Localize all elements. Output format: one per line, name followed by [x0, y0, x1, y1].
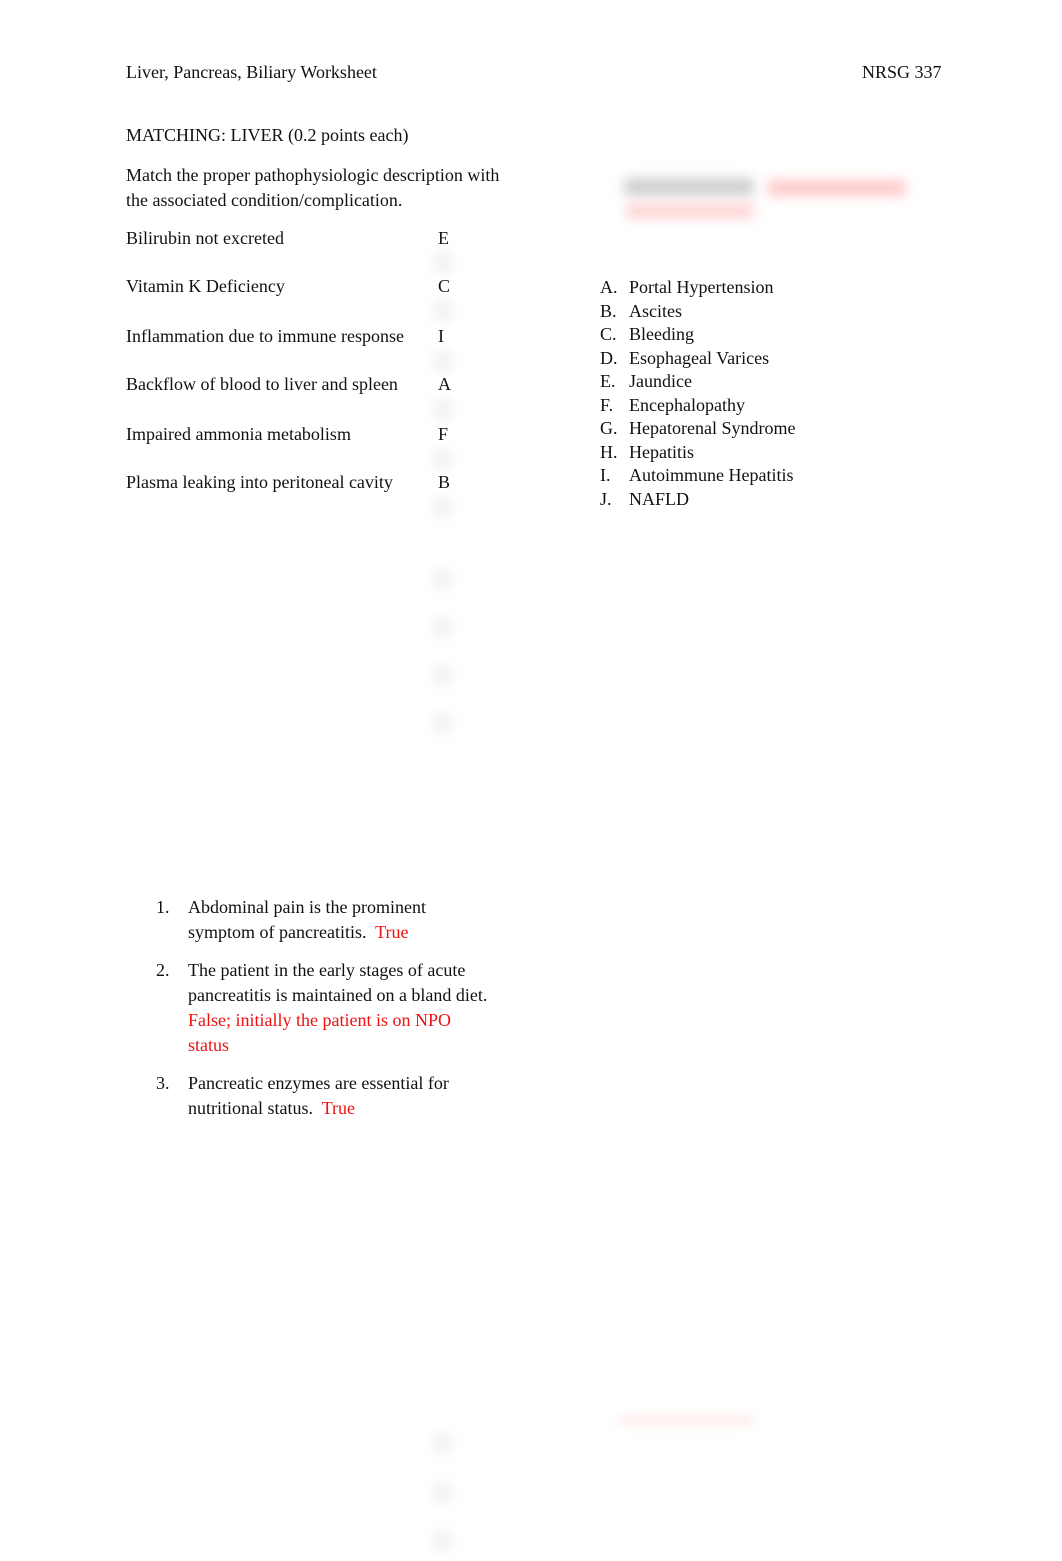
matching-item: Inflammation due to immune response I [126, 324, 466, 349]
matching-description: Impaired ammonia metabolism [126, 424, 351, 444]
blurred-mark [434, 252, 452, 274]
matching-description: Plasma leaking into peritoneal cavity [126, 472, 393, 492]
matching-description: Vitamin K Deficiency [126, 276, 285, 296]
redacted-heading-answer [768, 180, 906, 196]
matching-answer: B [438, 472, 451, 492]
true-false-list: 1. Abdominal pain is the prominent sympt… [156, 895, 496, 1134]
matching-options-list: A. Portal Hypertension B. Ascites C. Bleedi… [600, 276, 795, 511]
matching-item: Plasma leaking into peritoneal cavity B [126, 470, 466, 495]
blurred-mark [434, 664, 452, 686]
option-item: C. Bleeding [600, 323, 795, 347]
blurred-mark [434, 616, 452, 638]
matching-section-title: MATCHING: LIVER (0.2 points each) [126, 125, 409, 145]
option-item: I. Autoimmune Hepatitis [600, 464, 795, 488]
item-number: 1. [156, 897, 170, 917]
blurred-mark [434, 300, 452, 322]
blurred-mark [434, 1432, 452, 1454]
item-answer: True [321, 1098, 356, 1118]
blurred-mark [434, 568, 452, 590]
option-item: A. Portal Hypertension [600, 276, 795, 300]
matching-description: Inflammation due to immune response [126, 326, 404, 346]
option-label: Ascites [629, 300, 682, 321]
matching-answer: E [438, 228, 449, 248]
item-answer: False; initially the patient is on NPO s… [188, 1010, 451, 1055]
option-item: D. Esophageal Varices [600, 347, 795, 371]
option-letter: F. [600, 394, 614, 415]
option-label: Portal Hypertension [629, 277, 774, 297]
option-letter: B. [600, 300, 617, 321]
option-label: Bleeding [629, 324, 694, 344]
matching-answer: C [438, 276, 451, 296]
matching-answer: F [438, 424, 449, 444]
option-item: G. Hepatorenal Syndrome [600, 417, 795, 441]
matching-item: Backflow of blood to liver and spleen A [126, 372, 466, 397]
matching-answer: A [438, 374, 451, 394]
blurred-mark [434, 1530, 452, 1552]
option-letter: D. [600, 347, 618, 368]
true-false-item: 1. Abdominal pain is the prominent sympt… [156, 895, 496, 945]
redacted-heading [624, 178, 754, 196]
option-letter: J. [600, 488, 612, 509]
redacted-line [620, 1418, 754, 1423]
item-statement: The patient in the early stages of acute… [188, 960, 488, 1005]
option-item: B. Ascites [600, 300, 795, 324]
blurred-mark [434, 496, 452, 518]
item-number: 3. [156, 1073, 170, 1093]
option-letter: A. [600, 277, 618, 297]
option-letter: C. [600, 324, 617, 344]
option-letter: G. [600, 418, 618, 438]
option-letter: I. [600, 465, 611, 485]
document-title: Liver, Pancreas, Biliary Worksheet [126, 62, 377, 82]
matching-item: Bilirubin not excreted E [126, 226, 466, 251]
matching-description: Bilirubin not excreted [126, 228, 284, 248]
option-label: Encephalopathy [629, 394, 745, 415]
option-label: NAFLD [629, 488, 690, 509]
option-letter: E. [600, 371, 616, 391]
option-label: Hepatorenal Syndrome [629, 418, 796, 438]
matching-item: Vitamin K Deficiency C [126, 274, 466, 299]
blurred-mark [434, 448, 452, 470]
blurred-mark [434, 712, 452, 734]
option-item: F. Encephalopathy [600, 394, 795, 418]
option-item: J. NAFLD [600, 488, 795, 512]
option-item: H. Hepatitis [600, 441, 795, 465]
option-label: Hepatitis [629, 441, 694, 462]
true-false-item: 3. Pancreatic enzymes are essential for … [156, 1071, 496, 1121]
item-statement: Pancreatic enzymes are essential for nut… [188, 1073, 449, 1118]
matching-answer: I [438, 326, 444, 346]
item-answer: True [375, 922, 409, 942]
matching-description: Backflow of blood to liver and spleen [126, 374, 398, 394]
redacted-heading-answer-line2 [626, 204, 754, 218]
course-code: NRSG 337 [862, 62, 942, 82]
true-false-item: 2. The patient in the early stages of ac… [156, 958, 496, 1058]
matching-item: Impaired ammonia metabolism F [126, 422, 466, 447]
item-number: 2. [156, 960, 170, 980]
blurred-mark [434, 398, 452, 420]
matching-instructions: Match the proper pathophysiologic descri… [126, 165, 500, 210]
option-letter: H. [600, 441, 618, 462]
option-label: Jaundice [629, 371, 692, 391]
blurred-mark [434, 1482, 452, 1504]
option-item: E. Jaundice [600, 370, 795, 394]
option-label: Esophageal Varices [629, 347, 770, 368]
blurred-mark [434, 350, 452, 372]
option-label: Autoimmune Hepatitis [629, 465, 794, 485]
